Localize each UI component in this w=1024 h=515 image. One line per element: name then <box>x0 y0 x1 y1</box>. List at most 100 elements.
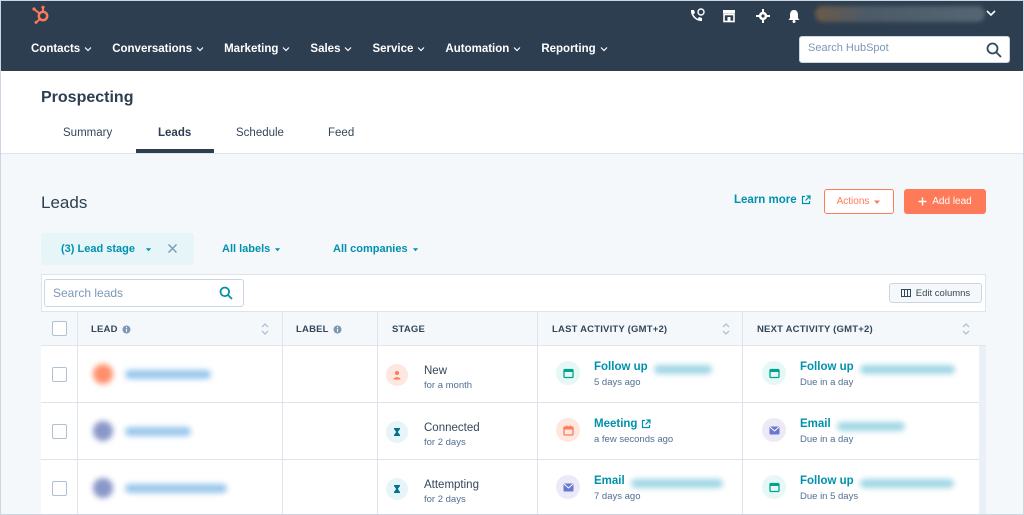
notifications-icon[interactable] <box>785 7 803 25</box>
caret-down-icon <box>412 247 418 251</box>
column-header-next-activity-label: NEXT ACTIVITY (GMT+2) <box>757 324 873 335</box>
chevron-down-icon <box>417 47 425 52</box>
row-checkbox[interactable] <box>52 481 67 496</box>
nav-item-conversations[interactable]: Conversations <box>112 42 204 56</box>
leads-search[interactable] <box>44 279 244 307</box>
column-header-last-activity-label: LAST ACTIVITY (GMT+2) <box>552 324 668 335</box>
nav-item-reporting[interactable]: Reporting <box>541 42 608 56</box>
tab-summary[interactable]: Summary <box>63 127 112 139</box>
sort-icon[interactable] <box>261 322 269 336</box>
next-activity-title: Follow up <box>800 475 854 487</box>
nav-item-contacts[interactable]: Contacts <box>31 42 92 56</box>
table-row[interactable]: Attempting for 2 days Email 7 days ago F… <box>41 460 986 514</box>
chevron-down-icon <box>600 47 608 52</box>
column-header-label[interactable]: LABEL <box>296 324 342 335</box>
add-lead-button[interactable]: Add lead <box>904 189 986 214</box>
external-link-icon <box>801 195 811 205</box>
last-activity-time: a few seconds ago <box>594 434 674 445</box>
last-activity-link[interactable]: Meeting <box>594 418 652 430</box>
phone-icon[interactable] <box>688 7 706 25</box>
chevron-down-icon[interactable] <box>985 7 997 19</box>
lead-stage-filter-label: (3) Lead stage <box>61 243 135 255</box>
leads-heading: Leads <box>41 193 88 212</box>
nav-item-label: Automation <box>445 43 510 55</box>
next-activity-due: Due in a day <box>800 434 854 445</box>
select-all-checkbox[interactable] <box>52 321 67 336</box>
meeting-icon <box>556 418 580 442</box>
tab-leads[interactable]: Leads <box>158 127 191 139</box>
row-checkbox[interactable] <box>52 367 67 382</box>
caret-down-icon <box>275 247 281 251</box>
tab-schedule[interactable]: Schedule <box>236 127 284 139</box>
nav-item-automation[interactable]: Automation <box>445 42 521 56</box>
column-header-stage[interactable]: STAGE <box>392 324 425 335</box>
column-header-stage-label: STAGE <box>392 324 426 335</box>
nav-item-label: Conversations <box>112 43 193 55</box>
last-activity-title: Email <box>594 475 625 487</box>
avatar <box>93 478 113 498</box>
global-search[interactable] <box>799 36 1010 63</box>
hubspot-logo-icon[interactable] <box>31 5 51 25</box>
last-activity-time: 5 days ago <box>594 377 641 388</box>
lead-name-link[interactable] <box>125 427 191 436</box>
column-header-last-activity[interactable]: LAST ACTIVITY (GMT+2) <box>552 324 667 335</box>
table-row[interactable]: Connected for 2 days Meeting a few secon… <box>41 403 986 460</box>
next-activity-due: Due in 5 days <box>800 491 859 502</box>
edit-columns-button[interactable]: Edit columns <box>889 283 982 303</box>
nav-item-sales[interactable]: Sales <box>310 42 352 56</box>
all-companies-label: All companies <box>333 243 408 255</box>
nav-item-marketing[interactable]: Marketing <box>224 42 290 56</box>
column-header-next-activity[interactable]: NEXT ACTIVITY (GMT+2) <box>757 324 873 335</box>
chevron-down-icon <box>282 47 290 52</box>
last-activity-title: Follow up <box>594 361 648 373</box>
next-activity-title: Follow up <box>800 361 854 373</box>
hourglass-icon <box>386 478 408 500</box>
account-menu[interactable] <box>815 6 985 22</box>
last-activity-link[interactable]: Email <box>594 475 625 487</box>
lead-stage-filter[interactable]: (3) Lead stage <box>41 233 194 265</box>
nav-item-label: Marketing <box>224 43 279 55</box>
stage-new-icon <box>386 364 408 386</box>
next-activity-title: Email <box>800 418 831 430</box>
last-activity-subject <box>631 479 723 488</box>
last-activity-link[interactable]: Follow up <box>594 361 648 373</box>
sort-icon[interactable] <box>722 322 730 336</box>
marketplace-icon[interactable] <box>720 7 738 25</box>
all-companies-filter[interactable]: All companies <box>333 243 419 255</box>
leads-search-input[interactable] <box>53 286 213 300</box>
tab-feed[interactable]: Feed <box>328 127 354 139</box>
table-row[interactable]: New for a month Follow up 5 days ago Fol… <box>41 346 986 403</box>
next-activity-link[interactable]: Follow up <box>800 361 854 373</box>
search-icon[interactable] <box>219 286 233 300</box>
column-divider <box>742 311 743 514</box>
search-icon[interactable] <box>986 42 1002 58</box>
stage-name: Connected <box>424 422 480 434</box>
nav-item-service[interactable]: Service <box>372 42 425 56</box>
column-divider <box>537 311 538 514</box>
main-nav: Contacts Conversations Marketing Sales S… <box>31 42 628 56</box>
external-link-icon <box>642 419 652 429</box>
next-activity-link[interactable]: Follow up <box>800 475 854 487</box>
learn-more-label: Learn more <box>734 194 797 206</box>
table-scrollbar[interactable] <box>979 346 986 514</box>
settings-icon[interactable] <box>754 7 772 25</box>
close-icon[interactable] <box>167 243 178 254</box>
next-activity-link[interactable]: Email <box>800 418 831 430</box>
stage-name: Attempting <box>424 479 479 491</box>
column-header-lead[interactable]: LEAD <box>91 324 131 335</box>
all-labels-filter[interactable]: All labels <box>222 243 281 255</box>
chevron-down-icon <box>196 47 204 52</box>
lead-name-link[interactable] <box>125 484 227 493</box>
lead-name-link[interactable] <box>125 370 211 379</box>
task-icon <box>762 475 786 499</box>
global-search-input[interactable] <box>808 42 978 54</box>
add-lead-label: Add lead <box>932 196 972 207</box>
learn-more-link[interactable]: Learn more <box>734 194 811 206</box>
row-checkbox[interactable] <box>52 424 67 439</box>
all-labels-label: All labels <box>222 243 271 255</box>
sort-icon[interactable] <box>962 322 970 336</box>
actions-button[interactable]: Actions <box>824 189 894 214</box>
task-icon <box>762 361 786 385</box>
chevron-down-icon <box>84 47 92 52</box>
caret-down-icon <box>874 200 881 204</box>
